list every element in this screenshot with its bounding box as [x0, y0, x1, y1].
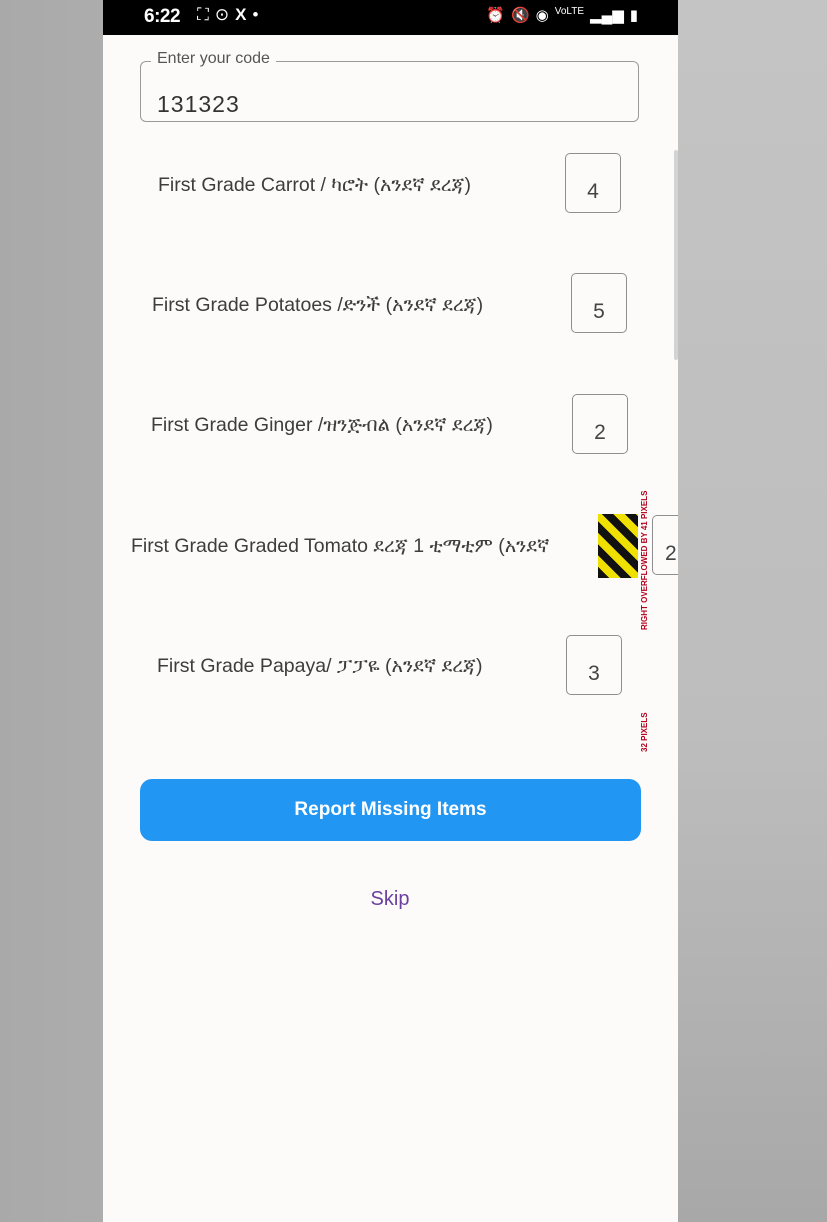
item-quantity-papaya[interactable]: 3	[566, 635, 622, 695]
screenshot-icon: ⛶	[197, 5, 209, 24]
scrollbar-thumb[interactable]	[674, 150, 678, 360]
notification-dot-icon: •	[252, 5, 259, 24]
phone-screen: 6:22 ⛶ ⊙ X • ⏰ 🔇 ◉ VoLTE ▂▄▆ ▮ Enter you…	[103, 0, 678, 1222]
overflow-message-right: RIGHT OVERFLOWED BY 41 PIXELS	[640, 490, 649, 630]
overflow-warning-stripe	[598, 514, 638, 578]
item-label-potatoes: First Grade Potatoes /ድንች (አንደኛ ደረጃ)	[152, 294, 484, 316]
status-left-icons: ⛶ ⊙ X •	[197, 5, 258, 25]
report-missing-items-button[interactable]: Report Missing Items	[140, 779, 641, 841]
status-time: 6:22	[144, 6, 181, 27]
item-quantity-tomato[interactable]: 2	[652, 515, 678, 575]
item-label-ginger: First Grade Ginger /ዝንጅብል (አንደኛ ደረጃ)	[151, 414, 493, 436]
item-label-papaya: First Grade Papaya/ ፓፓዬ (አንደኛ ደረጃ)	[157, 655, 483, 677]
item-label-carrot: First Grade Carrot / ካሮት (አንደኛ ደረጃ)	[158, 174, 471, 196]
mute-icon: 🔇	[510, 7, 530, 24]
item-quantity-ginger[interactable]: 2	[572, 394, 628, 454]
item-quantity-carrot[interactable]: 4	[565, 153, 621, 213]
hotspot-icon: ◉	[535, 7, 549, 24]
battery-icon: ▮	[629, 7, 638, 24]
code-input-value[interactable]: 131323	[157, 91, 240, 118]
status-right-icons: ⏰ 🔇 ◉ VoLTE ▂▄▆ ▮	[486, 6, 638, 24]
status-bar: 6:22 ⛶ ⊙ X • ⏰ 🔇 ◉ VoLTE ▂▄▆ ▮	[103, 0, 678, 35]
signal-icon: ▂▄▆	[590, 7, 624, 24]
code-input-field[interactable]: Enter your code 131323	[140, 50, 639, 122]
screen-record-icon: ⊙	[214, 5, 230, 24]
overflow-message-pixels: 32 PIXELS	[640, 712, 649, 752]
item-label-tomato: First Grade Graded Tomato ደረጃ 1 ቲማቲም (አን…	[131, 535, 550, 557]
code-input-label: Enter your code	[151, 50, 276, 68]
x-app-icon: X	[235, 5, 247, 24]
item-quantity-potatoes[interactable]: 5	[571, 273, 627, 333]
alarm-icon: ⏰	[486, 7, 505, 24]
skip-button[interactable]: Skip	[340, 884, 440, 914]
background-right	[678, 0, 827, 1222]
volte-icon: VoLTE	[554, 6, 585, 17]
